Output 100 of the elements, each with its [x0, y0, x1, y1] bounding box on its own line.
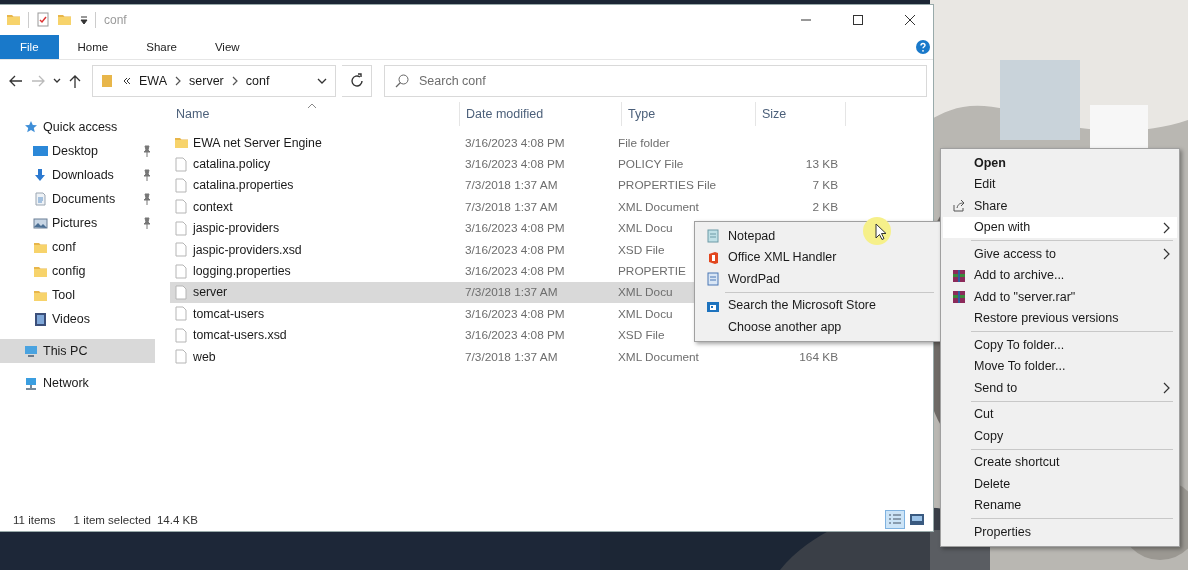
- menu-item[interactable]: Cut: [943, 403, 1177, 425]
- file-row[interactable]: catalina.policy 3/16/2023 4:08 PM POLICY File 13 KB: [170, 153, 846, 175]
- breadcrumb[interactable]: EWA: [139, 74, 167, 88]
- file-row[interactable]: web 7/3/2018 1:37 AM XML Document 164 KB: [170, 345, 846, 368]
- sidebar-item[interactable]: conf: [0, 235, 155, 259]
- table-cell: 7/3/2018 1:37 AM: [465, 178, 558, 193]
- table-cell: XML Docu: [618, 285, 673, 300]
- file-name: EWA net Server Engine: [193, 135, 322, 150]
- column-header[interactable]: Date modified: [460, 102, 622, 126]
- file-name: jaspic-providers.xsd: [193, 242, 302, 257]
- window-title: conf: [104, 13, 127, 27]
- table-cell: 2 KB: [812, 199, 838, 214]
- mouse-cursor-icon: [862, 216, 892, 246]
- file-icon: [174, 327, 188, 343]
- menu-item[interactable]: Choose another app: [697, 316, 938, 338]
- folder-icon: [6, 12, 22, 28]
- table-cell: 3/16/2023 4:08 PM: [465, 157, 565, 172]
- computer-icon: [24, 343, 39, 359]
- help-icon[interactable]: [916, 40, 930, 54]
- ribbon-tab[interactable]: Share: [127, 35, 196, 59]
- sidebar-item[interactable]: Network: [0, 371, 155, 395]
- table-cell: 164 KB: [799, 349, 838, 364]
- menu-item[interactable]: Delete: [943, 473, 1177, 495]
- large-icons-view-icon[interactable]: [909, 512, 925, 527]
- ribbon-tab[interactable]: File: [0, 35, 59, 59]
- menu-item[interactable]: Notepad: [697, 225, 938, 247]
- menu-item[interactable]: Create shortcut: [943, 451, 1177, 473]
- table-cell: XML Docu: [618, 306, 673, 321]
- film-icon: [33, 311, 48, 327]
- file-icon: [174, 349, 188, 365]
- sidebar-item[interactable]: This PC: [0, 339, 155, 363]
- file-name: tomcat-users: [193, 306, 265, 321]
- sidebar-item[interactable]: Desktop: [0, 139, 155, 163]
- menu-item[interactable]: Open: [943, 152, 1177, 174]
- sidebar-item[interactable]: Tool: [0, 283, 155, 307]
- menu-item[interactable]: Properties: [943, 521, 1177, 543]
- picture-icon: [33, 215, 48, 231]
- file-row[interactable]: catalina.properties 7/3/2018 1:37 AM PROPERTIES File 7 KB: [170, 174, 846, 197]
- table-cell: 3/16/2023 4:08 PM: [465, 306, 565, 321]
- pin-icon[interactable]: [142, 145, 152, 157]
- file-icon: [174, 306, 188, 322]
- sidebar-item[interactable]: Pictures: [0, 211, 155, 235]
- sidebar-item[interactable]: Downloads: [0, 163, 155, 187]
- file-row[interactable]: EWA net Server Engine 3/16/2023 4:08 PM File folder: [170, 132, 846, 154]
- menu-item[interactable]: Add to archive...: [943, 264, 1177, 286]
- column-header[interactable]: Type: [622, 102, 756, 126]
- share-icon: [952, 199, 966, 213]
- close-icon[interactable]: [905, 15, 915, 25]
- column-header[interactable]: Size: [756, 102, 846, 126]
- pin-icon[interactable]: [142, 193, 152, 205]
- ribbon-tab[interactable]: Home: [58, 35, 128, 59]
- menu-item[interactable]: Open with: [943, 216, 1177, 238]
- menu-item[interactable]: Send to: [943, 377, 1177, 399]
- search-field[interactable]: Search conf: [384, 65, 927, 97]
- sidebar-item[interactable]: Quick access: [0, 115, 155, 139]
- sort-caret-icon[interactable]: [306, 103, 317, 109]
- breadcrumb[interactable]: conf: [245, 74, 270, 88]
- properties-icon[interactable]: [35, 12, 51, 28]
- chevron-right-icon[interactable]: [231, 76, 238, 86]
- desktop-icon: [33, 143, 48, 159]
- file-row[interactable]: context 7/3/2018 1:37 AM XML Document 2 KB: [170, 196, 846, 218]
- search-input[interactable]: Search conf: [419, 74, 926, 88]
- pin-icon[interactable]: [142, 169, 152, 181]
- file-icon: [174, 177, 188, 193]
- menu-item[interactable]: Move To folder...: [943, 355, 1177, 377]
- menu-item[interactable]: Rename: [943, 494, 1177, 516]
- menu-item[interactable]: Copy: [943, 425, 1177, 447]
- file-name: context: [193, 199, 233, 214]
- menu-item[interactable]: Restore previous versions: [943, 307, 1177, 329]
- menu-item[interactable]: Edit: [943, 173, 1177, 195]
- menu-item[interactable]: Give access to: [943, 243, 1177, 265]
- caret-down-icon[interactable]: [317, 76, 327, 86]
- menu-item[interactable]: Office XML Handler: [697, 246, 938, 268]
- breadcrumb[interactable]: server: [189, 74, 224, 88]
- sidebar-item[interactable]: config: [0, 259, 155, 283]
- chevron-right-icon[interactable]: [175, 76, 181, 86]
- table-cell: XML Document: [618, 199, 699, 214]
- sidebar-item[interactable]: Documents: [0, 187, 155, 211]
- menu-item[interactable]: Share: [943, 195, 1177, 217]
- up-arrow-icon[interactable]: [68, 74, 82, 88]
- ribbon-tab[interactable]: View: [195, 35, 259, 59]
- menu-item[interactable]: Add to "server.rar": [943, 286, 1177, 308]
- pin-icon[interactable]: [142, 217, 152, 229]
- address-bar[interactable]: EWA server conf: [92, 65, 336, 97]
- sidebar-item[interactable]: Videos: [0, 307, 155, 331]
- notepad-icon: [706, 229, 720, 243]
- file-icon: [174, 199, 188, 215]
- archive-icon: [952, 290, 966, 304]
- search-icon: [395, 74, 409, 88]
- column-header[interactable]: Name: [170, 102, 460, 126]
- back-arrow-icon[interactable]: [8, 74, 24, 88]
- table-cell: 3/16/2023 4:08 PM: [465, 135, 565, 150]
- file-icon: [174, 284, 188, 300]
- office-icon: [706, 250, 720, 265]
- double-chevron-icon[interactable]: [123, 76, 131, 86]
- menu-item[interactable]: Copy To folder...: [943, 334, 1177, 356]
- wordpad-icon: [706, 272, 720, 286]
- file-icon: [174, 156, 188, 172]
- maximize-icon[interactable]: [853, 15, 863, 25]
- refresh-icon[interactable]: [348, 73, 365, 89]
